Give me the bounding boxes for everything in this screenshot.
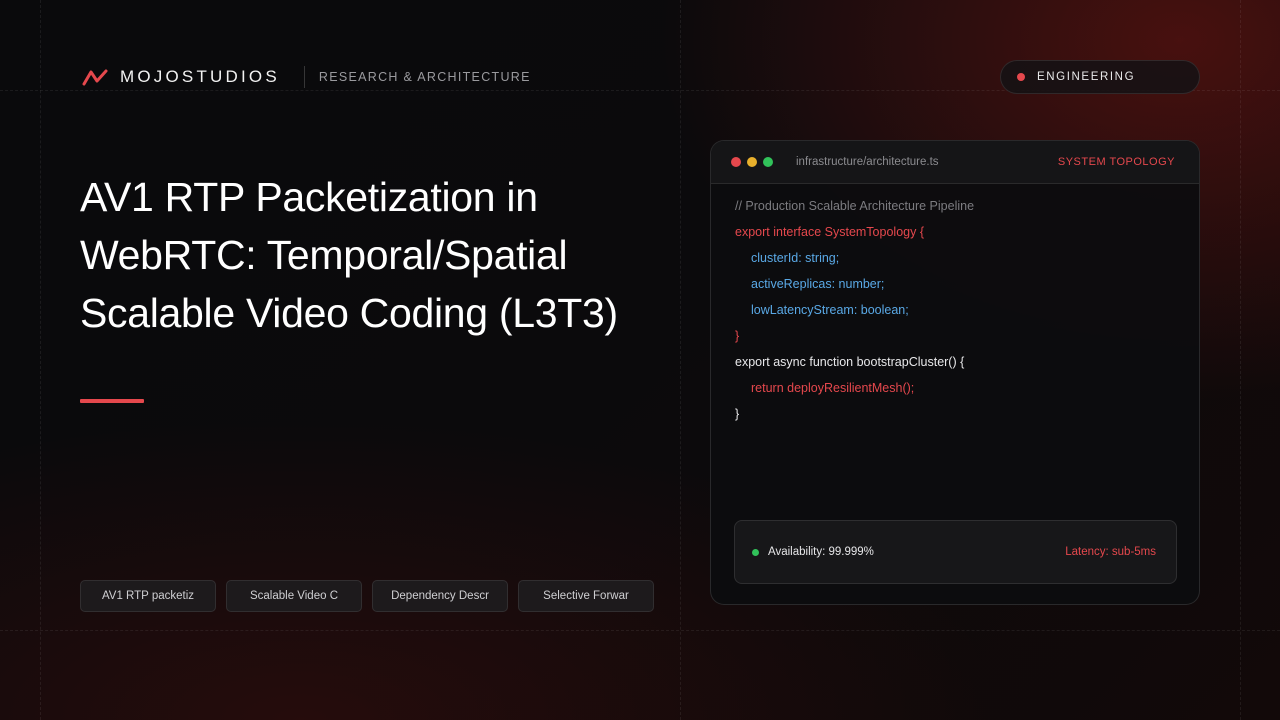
grid-line [0,630,1280,631]
code-line: activeReplicas: number; [751,277,885,291]
system-topology-label: SYSTEM TOPOLOGY [1057,156,1175,168]
availability-dot-icon [752,548,759,556]
tag-dependency-descriptor: Dependency Descr [372,580,508,612]
title-line: WebRTC: Temporal/Spatial [80,232,568,278]
brand-header: MOJOSTUDIOS RESEARCH & ARCHITECTURE [82,66,531,88]
tag-av1-rtp: AV1 RTP packetiz [80,580,216,612]
close-dot-icon [731,157,741,167]
minimize-dot-icon [747,157,757,167]
tag-selective-forwarding: Selective Forwar [518,580,654,612]
title-line: Scalable Video Coding (L3T3) [80,290,618,336]
availability-status: Availability: 99.999% [768,546,874,558]
code-line: } [735,329,740,343]
status-panel: Availability: 99.999% Latency: sub-5ms [734,520,1177,584]
code-line: } [735,407,740,421]
code-window-titlebar: infrastructure/architecture.ts SYSTEM TO… [711,141,1199,184]
topic-tags: AV1 RTP packetiz Scalable Video C Depend… [80,580,654,612]
brand-subtitle: RESEARCH & ARCHITECTURE [318,70,531,84]
grid-line [680,0,681,720]
title-line: AV1 RTP Packetization in [80,174,538,220]
accent-divider [80,399,144,403]
grid-line [40,0,41,720]
code-line: clusterId: string; [751,251,840,265]
status-dot-icon [1017,73,1025,81]
code-line: // Production Scalable Architecture Pipe… [735,199,975,213]
maximize-dot-icon [763,157,773,167]
page-title: AV1 RTP Packetization in WebRTC: Tempora… [80,168,680,342]
header-divider [303,66,305,88]
tag-scalable-video: Scalable Video C [226,580,362,612]
code-window: infrastructure/architecture.ts SYSTEM TO… [710,140,1200,605]
code-block: // Production Scalable Architecture Pipe… [711,184,1199,433]
grid-line [1240,0,1241,720]
engineering-badge-label: ENGINEERING [1037,71,1136,83]
brand-name: MOJOSTUDIOS [120,67,280,86]
code-line: lowLatencyStream: boolean; [751,303,909,317]
engineering-badge: ENGINEERING [1000,60,1200,94]
code-filename: infrastructure/architecture.ts [796,156,939,168]
code-line: export async function bootstrapCluster()… [735,355,965,369]
code-line: return deployResilientMesh(); [751,381,915,395]
mojostudios-logo-icon [82,69,108,86]
code-line: export interface SystemTopology { [735,225,924,239]
latency-status: Latency: sub-5ms [1065,546,1156,558]
